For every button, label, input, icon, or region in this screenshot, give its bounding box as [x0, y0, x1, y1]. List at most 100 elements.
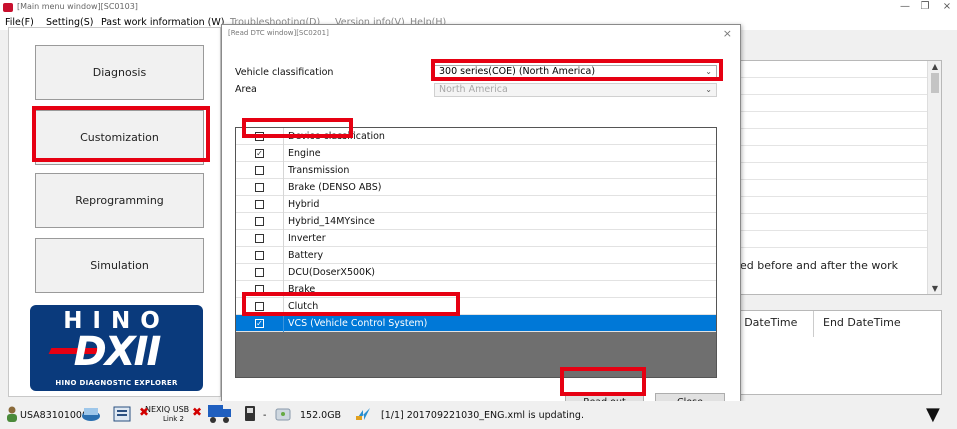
- diagnosis-button[interactable]: Diagnosis: [35, 45, 204, 100]
- area-label: Area: [235, 84, 257, 95]
- column-divider: [813, 311, 814, 337]
- network-icon: [82, 408, 100, 421]
- column-divider: [283, 128, 284, 145]
- status-bar: USA831010003 NEXIQ USB Link 2 ✖ ✖ - 152.…: [0, 401, 957, 429]
- column-divider: [283, 281, 284, 298]
- device-name: VCS (Vehicle Control System): [288, 318, 428, 329]
- reprogramming-button[interactable]: Reprogramming: [35, 173, 204, 228]
- restore-button[interactable]: ❐: [918, 1, 932, 12]
- status-dash: -: [263, 410, 267, 421]
- device-name: Brake: [288, 284, 316, 295]
- read-dtc-dialog: [Read DTC window][SC0201] × Vehicle clas…: [221, 24, 741, 412]
- device-list-header[interactable]: Device classification: [236, 128, 716, 145]
- device-checkbox[interactable]: [255, 268, 264, 277]
- device-checkbox[interactable]: [255, 251, 264, 260]
- disk-space: 152.0GB: [300, 410, 342, 421]
- column-divider: [283, 162, 284, 179]
- chevron-down-icon: ⌄: [705, 85, 712, 94]
- device-checkbox[interactable]: [255, 183, 264, 192]
- device-checkbox[interactable]: [255, 200, 264, 209]
- device-row[interactable]: Brake: [236, 281, 716, 298]
- simulation-label: Simulation: [90, 259, 149, 272]
- device-row[interactable]: ✓ VCS (Vehicle Control System): [236, 315, 716, 332]
- select-all-checkbox[interactable]: [255, 132, 264, 141]
- expand-triangle-icon[interactable]: ▼: [926, 404, 940, 425]
- info-row: [713, 61, 941, 78]
- column-divider: [283, 145, 284, 162]
- info-row: [713, 146, 941, 163]
- dialog-close-icon[interactable]: ×: [723, 27, 732, 40]
- dialog-title: [Read DTC window][SC0201]: [228, 29, 329, 37]
- disconnected-icon: ✖: [139, 405, 150, 419]
- device-checkbox[interactable]: [255, 166, 264, 175]
- area-value: North America: [439, 84, 508, 95]
- device-row[interactable]: Clutch: [236, 298, 716, 315]
- device-name: Engine: [288, 148, 321, 159]
- scroll-down-icon[interactable]: ▼: [928, 284, 942, 293]
- info-row: [713, 180, 941, 197]
- status-message: [1/1] 201709221030_ENG.xml is updating.: [381, 410, 584, 421]
- column-divider: [283, 196, 284, 213]
- device-row[interactable]: Brake (DENSO ABS): [236, 179, 716, 196]
- scroll-up-icon[interactable]: ▲: [928, 62, 942, 71]
- column-divider: [283, 315, 284, 332]
- work-info-scrollbar[interactable]: ▲ ▼: [927, 61, 941, 294]
- scroll-thumb[interactable]: [931, 73, 939, 93]
- device-checkbox[interactable]: [255, 302, 264, 311]
- device-checkbox[interactable]: [255, 234, 264, 243]
- device-row[interactable]: DCU(DoserX500K): [236, 264, 716, 281]
- column-divider: [283, 264, 284, 281]
- device-checkbox[interactable]: ✓: [255, 149, 264, 158]
- device-name: Brake (DENSO ABS): [288, 182, 382, 193]
- device-row[interactable]: Hybrid_14MYsince: [236, 213, 716, 230]
- diagnosis-label: Diagnosis: [92, 66, 147, 79]
- link-label: Link 2: [163, 415, 185, 423]
- column-divider: [283, 247, 284, 264]
- device-row[interactable]: Inverter: [236, 230, 716, 247]
- device-checkbox[interactable]: [255, 285, 264, 294]
- chevron-down-icon: ⌄: [705, 67, 712, 76]
- list-icon: [113, 406, 131, 422]
- device-name: Battery: [288, 250, 324, 261]
- device-row[interactable]: Battery: [236, 247, 716, 264]
- device-row[interactable]: ✓ Engine: [236, 145, 716, 162]
- device-name: Clutch: [288, 301, 319, 312]
- device-checkbox[interactable]: ✓: [255, 319, 264, 328]
- customization-button[interactable]: Customization: [35, 110, 204, 165]
- reprogramming-label: Reprogramming: [75, 194, 164, 207]
- disk-icon: [275, 408, 291, 421]
- simulation-button[interactable]: Simulation: [35, 238, 204, 293]
- info-row: [713, 95, 941, 112]
- device-row[interactable]: Hybrid: [236, 196, 716, 213]
- device-name: DCU(DoserX500K): [288, 267, 376, 278]
- dialog-body: Vehicle classification 300 series(COE) (…: [222, 43, 740, 412]
- phone-icon: [245, 406, 255, 421]
- minimize-button[interactable]: —: [898, 1, 912, 12]
- work-info-panel: ed before and after the work ▲ ▼: [712, 60, 942, 295]
- device-name: Hybrid_14MYsince: [288, 216, 375, 227]
- truck-icon: [208, 405, 231, 423]
- vehicle-classification-label: Vehicle classification: [235, 67, 334, 78]
- logo-product: DXII: [73, 329, 162, 375]
- user-icon: [7, 406, 17, 422]
- close-window-button[interactable]: ×: [940, 1, 954, 12]
- device-row[interactable]: Transmission: [236, 162, 716, 179]
- column-divider: [283, 230, 284, 247]
- hino-dx2-logo: HINO DXII HINO DIAGNOSTIC EXPLORER: [30, 305, 203, 391]
- device-list: Device classification ✓ Engine Transmissio…: [235, 127, 717, 378]
- window-title: [Main menu window][SC0103]: [17, 2, 138, 11]
- vehicle-classification-select[interactable]: 300 series(COE) (North America) ⌄: [434, 65, 717, 79]
- area-select[interactable]: North America ⌄: [434, 83, 717, 97]
- column-divider: [283, 213, 284, 230]
- device-checkbox[interactable]: [255, 217, 264, 226]
- app-icon: [3, 3, 13, 12]
- vehicle-classification-value: 300 series(COE) (North America): [439, 66, 596, 77]
- info-row: [713, 78, 941, 95]
- window-title-bar: [Main menu window][SC0103] — ❐ ×: [0, 0, 957, 16]
- column-divider: [283, 298, 284, 315]
- device-name: Transmission: [288, 165, 350, 176]
- customization-label: Customization: [80, 131, 159, 144]
- info-row: [713, 129, 941, 146]
- history-table: : DateTime End DateTime: [712, 310, 942, 395]
- device-classification-header: Device classification: [288, 131, 385, 142]
